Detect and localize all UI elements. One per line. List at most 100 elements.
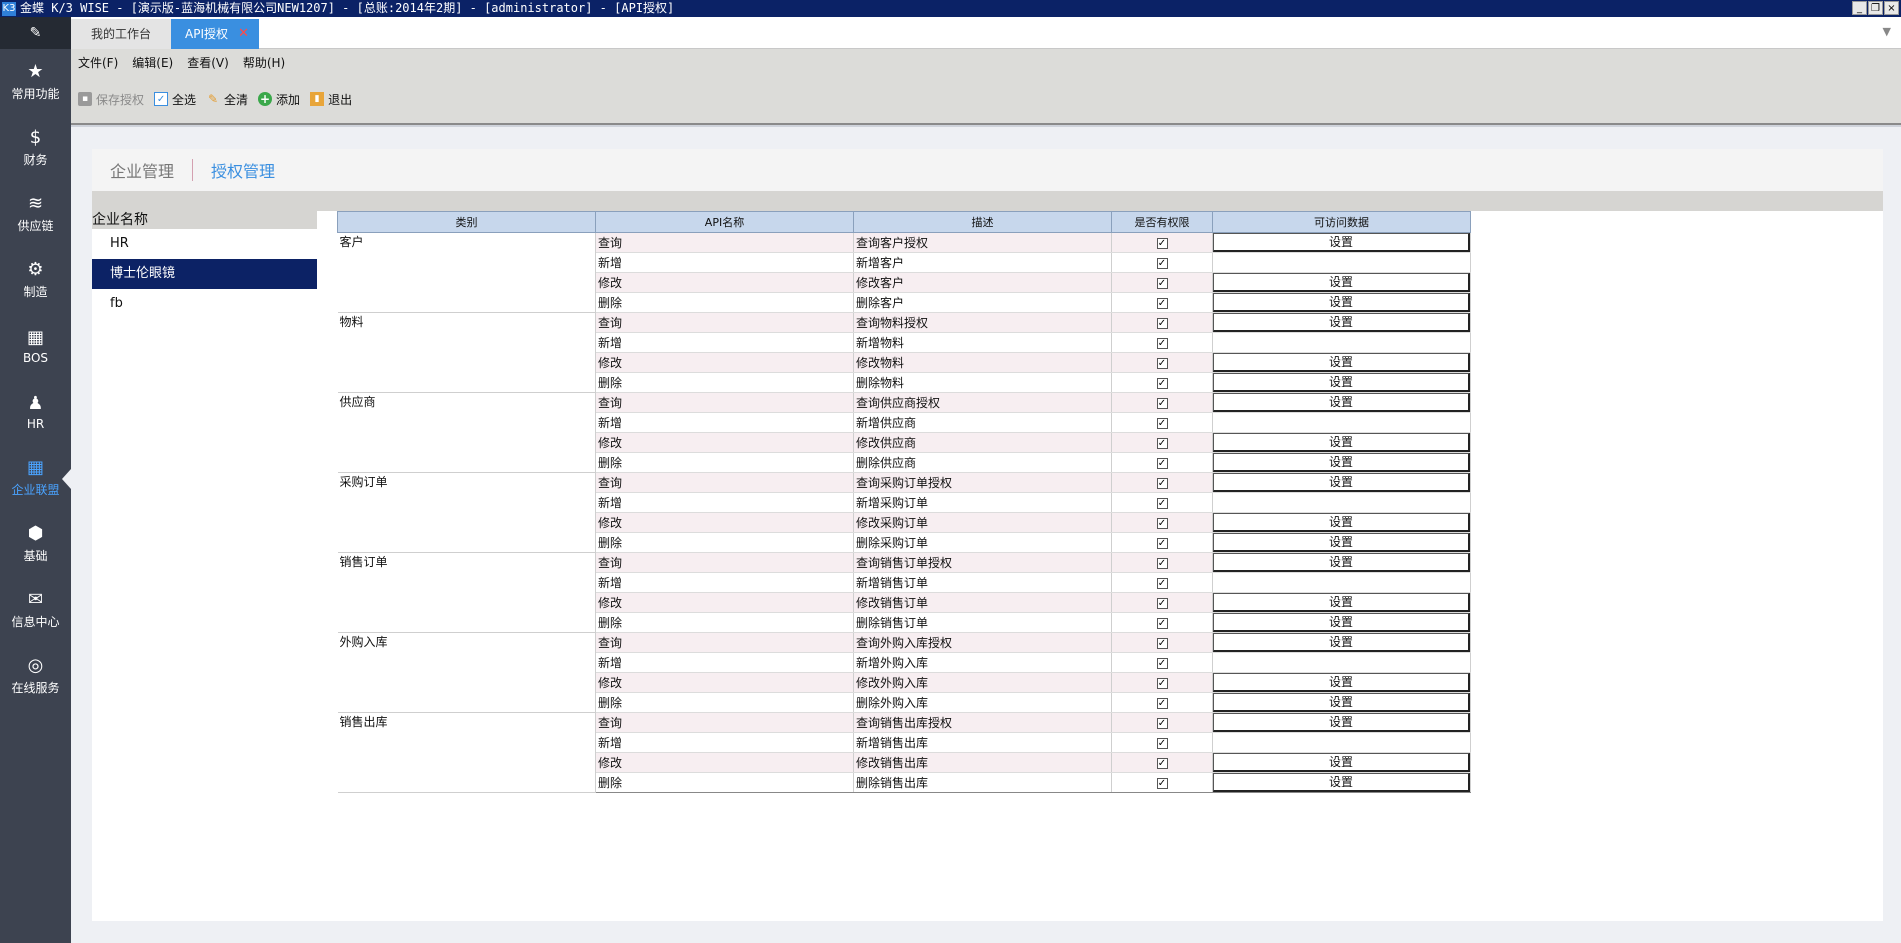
sidebar-item-4[interactable]: ▦ BOS [0,313,71,379]
column-header-description[interactable]: 描述 [853,211,1112,233]
permission-checkbox[interactable]: ✓ [1156,577,1168,589]
settings-button[interactable]: 设置 [1213,313,1470,332]
permission-checkbox[interactable]: ✓ [1156,277,1168,289]
table-row[interactable]: 客户 查询 查询客户授权 ✓ 设置 [337,232,1471,313]
settings-button[interactable]: 设置 [1213,293,1470,312]
exit-button[interactable]: ▮ 退出 [310,91,352,108]
sidebar-item-2[interactable]: ≋ 供应链 [0,181,71,247]
permission-checkbox[interactable]: ✓ [1156,717,1168,729]
sidebar-item-7[interactable]: ⬢ 基础 [0,511,71,577]
permission-checkbox[interactable]: ✓ [1156,657,1168,669]
tab-enterprise-management[interactable]: 企业管理 [92,158,192,182]
table-row[interactable]: 物料 查询 查询物料授权 ✓ 设置 [337,312,1471,393]
permission-checkbox[interactable]: ✓ [1156,637,1168,649]
tab-api-authorization[interactable]: API授权 ✕ [171,19,259,49]
sidebar-item-6[interactable]: ▦ 企业联盟 [0,445,71,511]
restore-button[interactable]: ❐ [1868,1,1883,15]
save-authorization-button[interactable]: ▪ 保存授权 [78,91,144,108]
settings-button[interactable]: 设置 [1213,773,1470,792]
permission-checkbox[interactable]: ✓ [1156,617,1168,629]
settings-button[interactable]: 设置 [1213,353,1470,372]
menu-view[interactable]: 查看(V) [187,54,229,71]
permission-checkbox[interactable]: ✓ [1156,237,1168,249]
menu-help[interactable]: 帮助(H) [243,54,285,71]
close-window-button[interactable]: × [1884,1,1899,15]
column-header-api-name[interactable]: API名称 [595,211,854,233]
settings-button[interactable]: 设置 [1213,233,1470,252]
sidebar-item-3[interactable]: ⚙ 制造 [0,247,71,313]
sidebar-item-label: 财务 [23,153,48,167]
permission-checkbox[interactable]: ✓ [1156,257,1168,269]
settings-button[interactable]: 设置 [1213,713,1470,732]
api-name-cell: 删除 [595,692,854,713]
settings-button[interactable]: 设置 [1213,373,1470,392]
api-name-cell: 删除 [595,372,854,393]
settings-button[interactable]: 设置 [1213,593,1470,612]
tab-dropdown-icon[interactable]: ▼ [1883,25,1891,38]
tab-authorization-management[interactable]: 授权管理 [193,158,293,182]
settings-button[interactable]: 设置 [1213,613,1470,632]
checkbox-icon: ✓ [154,92,169,106]
api-name-cell: 删除 [595,612,854,633]
permission-checkbox[interactable]: ✓ [1156,677,1168,689]
settings-button[interactable]: 设置 [1213,513,1470,532]
permission-checkbox[interactable]: ✓ [1156,297,1168,309]
permission-checkbox[interactable]: ✓ [1156,357,1168,369]
permission-checkbox[interactable]: ✓ [1156,317,1168,329]
add-button[interactable]: + 添加 [258,91,300,108]
settings-button[interactable]: 设置 [1213,433,1470,452]
enterprise-list-item[interactable]: 博士伦眼镜 [92,259,317,289]
table-row[interactable]: 采购订单 查询 查询采购订单授权 ✓ 设置 [337,472,1471,553]
enterprise-list-item[interactable]: HR [92,229,317,259]
permission-checkbox[interactable]: ✓ [1156,557,1168,569]
permission-checkbox[interactable]: ✓ [1156,417,1168,429]
settings-button[interactable]: 设置 [1213,393,1470,412]
close-tab-icon[interactable]: ✕ [238,19,249,49]
settings-button[interactable]: 设置 [1213,693,1470,712]
settings-button[interactable]: 设置 [1213,673,1470,692]
column-header-accessible-data[interactable]: 可访问数据 [1212,211,1471,233]
column-header-has-permission[interactable]: 是否有权限 [1111,211,1213,233]
permission-checkbox[interactable]: ✓ [1156,517,1168,529]
menu-file[interactable]: 文件(F) [78,54,118,71]
sidebar-item-1[interactable]: $ 财务 [0,115,71,181]
sidebar-item-8[interactable]: ✉ 信息中心 [0,577,71,643]
sidebar-item-9[interactable]: ◎ 在线服务 [0,643,71,709]
settings-button[interactable]: 设置 [1213,633,1470,652]
edit-icon[interactable]: ✎ [0,17,71,49]
tab-workspace[interactable]: 我的工作台 [71,19,171,49]
clear-all-button[interactable]: ✎ 全清 [206,91,248,108]
settings-button[interactable]: 设置 [1213,473,1470,492]
settings-button[interactable]: 设置 [1213,533,1470,552]
permission-checkbox[interactable]: ✓ [1156,437,1168,449]
sidebar-item-0[interactable]: ★ 常用功能 [0,49,71,115]
settings-button[interactable]: 设置 [1213,273,1470,292]
menu-edit[interactable]: 编辑(E) [132,54,173,71]
settings-button[interactable]: 设置 [1213,753,1470,772]
description-cell: 删除供应商 [853,452,1112,473]
select-all-button[interactable]: ✓ 全选 [154,91,196,108]
permission-checkbox[interactable]: ✓ [1156,497,1168,509]
permission-checkbox[interactable]: ✓ [1156,777,1168,789]
settings-button[interactable]: 设置 [1213,453,1470,472]
sidebar-item-label: 常用功能 [11,87,60,101]
table-row[interactable]: 销售出库 查询 查询销售出库授权 ✓ 设置 [337,712,1471,793]
table-row[interactable]: 外购入库 查询 查询外购入库授权 ✓ 设置 [337,632,1471,713]
enterprise-list-item[interactable]: fb [92,289,317,319]
permission-checkbox[interactable]: ✓ [1156,477,1168,489]
settings-button[interactable]: 设置 [1213,553,1470,572]
permission-checkbox[interactable]: ✓ [1156,537,1168,549]
sidebar-item-5[interactable]: ♟ HR [0,379,71,445]
column-header-category[interactable]: 类别 [337,211,596,233]
permission-checkbox[interactable]: ✓ [1156,457,1168,469]
table-row[interactable]: 销售订单 查询 查询销售订单授权 ✓ 设置 [337,552,1471,633]
table-row[interactable]: 供应商 查询 查询供应商授权 ✓ 设置 [337,392,1471,473]
permission-checkbox[interactable]: ✓ [1156,737,1168,749]
permission-checkbox[interactable]: ✓ [1156,757,1168,769]
permission-checkbox[interactable]: ✓ [1156,337,1168,349]
permission-checkbox[interactable]: ✓ [1156,397,1168,409]
permission-checkbox[interactable]: ✓ [1156,597,1168,609]
permission-checkbox[interactable]: ✓ [1156,377,1168,389]
minimize-button[interactable]: _ [1852,1,1867,15]
permission-checkbox[interactable]: ✓ [1156,697,1168,709]
